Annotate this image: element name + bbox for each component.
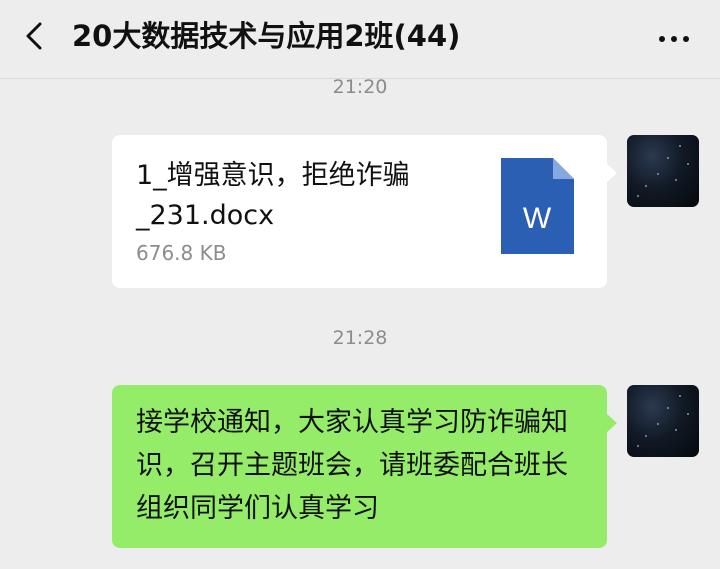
text-message-bubble[interactable]: 接学校通知，大家认真学习防诈骗知识，召开主题班会，请班委配合班长组织同学们认真学… [112,385,617,548]
word-doc-icon: W [501,158,574,254]
chevron-left-icon[interactable] [14,14,58,58]
message-timestamp: 21:28 [332,327,388,349]
file-name: 1_增强意识，拒绝诈骗_231.docx [136,160,410,231]
file-message-card[interactable]: 1_增强意识，拒绝诈骗_231.docx 676.8 KB W [112,135,617,288]
message-text: 接学校通知，大家认真学习防诈骗知识，召开主题班会，请班委配合班长组织同学们认真学… [136,407,568,524]
file-size: 676.8 KB [136,241,227,265]
chat-title: 20大数据技术与应用2班(44) [72,19,461,53]
chat-header: 20大数据技术与应用2班(44) [0,0,720,79]
svg-text:W: W [523,202,552,235]
avatar[interactable] [627,385,699,457]
avatar[interactable] [627,135,699,207]
more-dots-icon[interactable] [654,24,694,54]
message-timestamp: 21:20 [332,76,388,98]
